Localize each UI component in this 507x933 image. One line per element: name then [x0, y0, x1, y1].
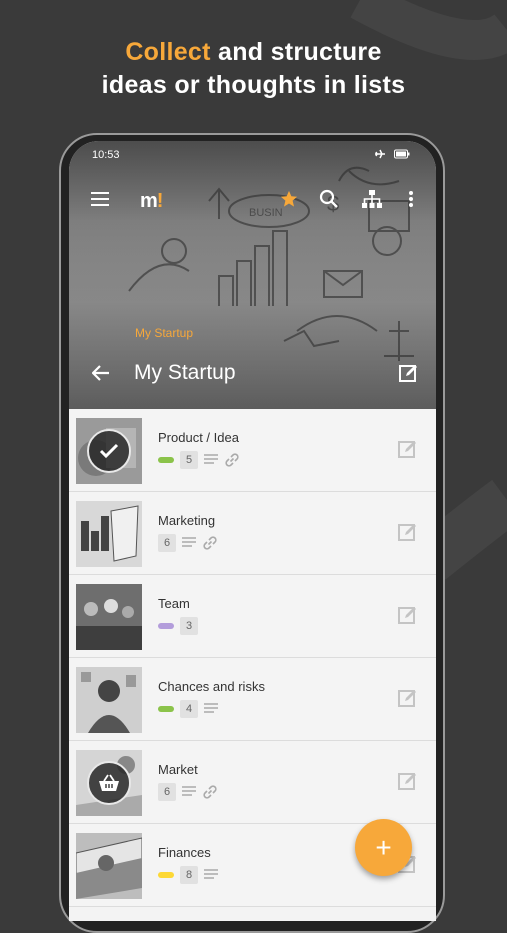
- logo-exclamation: !: [156, 190, 164, 212]
- app-logo: m!: [140, 190, 164, 213]
- edit-icon: [398, 524, 416, 541]
- edit-item-button[interactable]: [397, 605, 419, 627]
- arrow-back-icon: [92, 365, 109, 381]
- basket-icon: [99, 774, 119, 791]
- item-title: Chances and risks: [158, 679, 265, 694]
- child-count: 5: [180, 451, 198, 469]
- edit-icon: [398, 690, 416, 707]
- item-title: Market: [158, 762, 198, 777]
- item-title: Marketing: [158, 513, 216, 528]
- menu-button[interactable]: [86, 181, 114, 217]
- edit-item-button[interactable]: [397, 439, 419, 461]
- item-thumbnail: [76, 667, 142, 733]
- list-item[interactable]: Product / Idea 5: [69, 409, 436, 492]
- edit-icon: [399, 365, 417, 382]
- color-tag: [158, 457, 174, 463]
- list-item[interactable]: Chances and risks 4: [69, 658, 436, 741]
- battery-icon: [394, 149, 410, 159]
- note-icon: [182, 786, 196, 796]
- search-icon: [319, 189, 338, 208]
- item-title: Team: [158, 596, 190, 611]
- header-image: $ BUSIN 10:53 m!: [69, 141, 436, 409]
- edit-item-button[interactable]: [397, 688, 419, 710]
- list-item[interactable]: Team 3: [69, 575, 436, 658]
- promo-line-1-rest: and structure: [210, 38, 382, 66]
- back-button[interactable]: [89, 353, 113, 393]
- item-meta: 8: [158, 866, 218, 884]
- edit-item-button[interactable]: [397, 522, 419, 544]
- note-icon: [204, 454, 218, 464]
- list-item[interactable]: Marketing 6: [69, 492, 436, 575]
- mindmap-view-button[interactable]: [359, 181, 385, 217]
- child-count: 8: [180, 866, 198, 884]
- edit-title-button[interactable]: [396, 353, 420, 393]
- airplane-icon: [375, 149, 385, 159]
- note-icon: [204, 703, 218, 713]
- status-bar: 10:53: [69, 141, 436, 169]
- menu-icon: [91, 192, 109, 206]
- more-vert-icon: [409, 191, 413, 207]
- item-title: Product / Idea: [158, 430, 239, 445]
- item-meta: 3: [158, 617, 198, 635]
- child-count: 6: [158, 534, 176, 552]
- thumbnail-image: [76, 501, 142, 567]
- thumbnail-image: [76, 584, 142, 650]
- parent-breadcrumb[interactable]: My Startup: [135, 326, 193, 340]
- item-meta: 4: [158, 700, 218, 718]
- link-icon: [225, 453, 239, 467]
- item-title: Finances: [158, 845, 211, 860]
- logo-m: m: [140, 190, 158, 212]
- title-bar: My Startup: [69, 353, 436, 393]
- status-time: 10:53: [92, 149, 120, 161]
- item-thumbnail: [76, 584, 142, 650]
- item-thumbnail: [76, 501, 142, 567]
- page-title: My Startup: [134, 361, 236, 384]
- promo-accent-word: Collect: [125, 38, 211, 66]
- favorite-button[interactable]: [277, 181, 301, 217]
- shopping-overlay: [87, 761, 131, 805]
- hierarchy-icon: [362, 190, 382, 208]
- item-meta: 6: [158, 534, 218, 552]
- star-icon: [280, 190, 298, 207]
- promo-line-1: Collect and structure: [0, 36, 507, 69]
- app-toolbar: m!: [69, 181, 436, 217]
- app-screen: $ BUSIN 10:53 m!: [69, 141, 436, 921]
- item-thumbnail: [76, 418, 142, 484]
- item-meta: 5: [158, 451, 240, 469]
- item-meta: 6: [158, 783, 218, 801]
- child-count: 4: [180, 700, 198, 718]
- edit-icon: [398, 441, 416, 458]
- edit-icon: [398, 607, 416, 624]
- link-icon: [203, 536, 217, 550]
- check-icon: [99, 443, 119, 459]
- color-tag: [158, 706, 174, 712]
- link-icon: [203, 785, 217, 799]
- promo-line-2: ideas or thoughts in lists: [101, 71, 406, 99]
- more-options-button[interactable]: [401, 181, 421, 217]
- thumbnail-image: [76, 667, 142, 733]
- item-thumbnail: [76, 750, 142, 816]
- child-count: 6: [158, 783, 176, 801]
- note-icon: [182, 537, 196, 547]
- thumbnail-image: [76, 833, 142, 899]
- promo-headline: Collect and structure ideas or thoughts …: [0, 36, 507, 102]
- edit-item-button[interactable]: [397, 771, 419, 793]
- done-overlay: [87, 429, 131, 473]
- color-tag: [158, 623, 174, 629]
- search-button[interactable]: [317, 181, 341, 217]
- edit-icon: [398, 773, 416, 790]
- color-tag: [158, 872, 174, 878]
- list-item[interactable]: Market 6: [69, 741, 436, 824]
- child-count: 3: [180, 617, 198, 635]
- item-thumbnail: [76, 833, 142, 899]
- status-icons: [374, 148, 410, 160]
- add-item-button[interactable]: +: [355, 819, 412, 876]
- note-icon: [204, 869, 218, 879]
